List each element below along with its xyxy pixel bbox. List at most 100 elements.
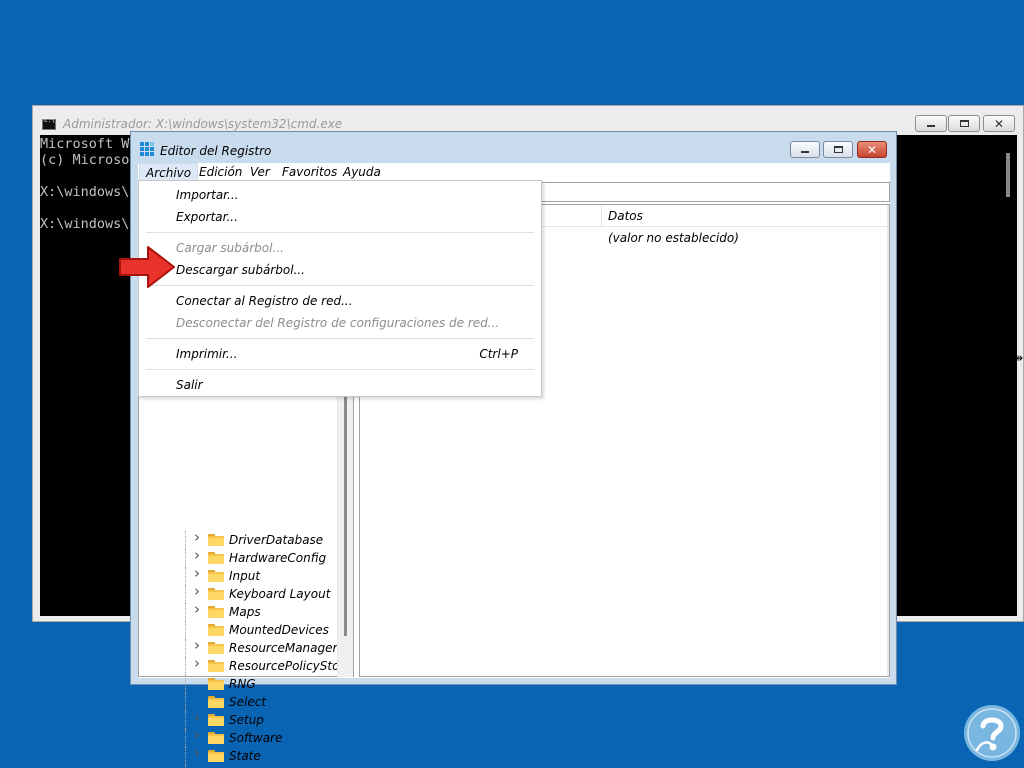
tree-node-label: ResourcePolicyStore [229,659,352,673]
folder-icon [208,642,224,654]
tree-connector-line [185,603,186,621]
chevron-right-icon[interactable]: › [194,566,200,581]
column-header-datos[interactable]: Datos [608,209,643,223]
tree-node[interactable]: › Maps [139,602,335,621]
tree-node[interactable]: › Software [139,728,335,747]
menu-item-label: Conectar al Registro de red... [176,294,353,308]
folder-icon [208,678,224,690]
menu-separator [146,338,534,339]
folder-icon [208,714,224,726]
tree-connector-line [185,711,186,729]
cmd-scroll-thumb[interactable] [1006,153,1010,197]
minimize-icon [927,125,935,127]
regedit-app-icon [140,142,154,156]
tree-connector-line [185,675,186,693]
menu-separator [146,369,534,370]
chevron-right-icon[interactable]: › [194,584,200,599]
tree-node[interactable]: › ResourceManager [139,638,338,657]
value-data-cell[interactable]: (valor no establecido) [608,231,739,245]
tree-node[interactable]: › Keyboard Layout [139,584,335,603]
folder-icon [208,570,224,582]
close-icon: ✕ [993,116,1005,131]
red-arrow-annotation [119,246,175,288]
menu-item-salir[interactable]: Salir [139,374,539,396]
folder-icon [208,534,224,546]
maximize-icon [833,146,843,153]
menu-item-cargar-subarbol: Cargar subárbol... [139,237,539,259]
menu-item-label: Descargar subárbol... [176,263,305,277]
tree-node-label: ResourceManager [229,641,338,655]
chevron-right-icon[interactable]: › [194,746,200,761]
menu-item-label: Exportar... [176,210,238,224]
cmd-vertical-scrollbar[interactable] [1000,135,1017,616]
tree-connector-line [185,567,186,585]
regedit-maximize-button[interactable] [823,141,853,158]
tree-connector-line [185,531,186,549]
chevron-right-icon[interactable]: › [194,638,200,653]
chevron-right-icon[interactable]: › [194,602,200,617]
cmd-close-button[interactable]: ✕ [983,115,1015,132]
regedit-close-button[interactable]: ✕ [857,141,887,158]
tree-node-label: DriverDatabase [229,533,324,547]
cmd-maximize-button[interactable] [948,115,980,132]
folder-icon [208,606,224,618]
menu-item-label: Importar... [176,188,239,202]
menu-item-label: Imprimir... [176,347,238,361]
folder-icon [208,660,224,672]
folder-icon [208,696,224,708]
tree-connector-line [185,549,186,567]
menu-item-importar[interactable]: Importar... [139,184,539,206]
folder-icon [208,624,224,636]
menu-item-descargar-subarbol[interactable]: Descargar subárbol... [139,259,539,281]
tree-connector-line [185,729,186,747]
tree-node[interactable]: › ResourcePolicyStore [139,656,352,675]
menu-item-label: Desconectar del Registro de configuracio… [176,316,500,330]
resize-cursor-icon: ⇹ [1013,351,1024,365]
tree-connector-line [185,621,186,639]
menu-item-conectar-registro[interactable]: Conectar al Registro de red... [139,290,539,312]
chevron-right-icon[interactable]: › [194,548,200,563]
tree-node[interactable]: › HardwareConfig [139,548,335,567]
tree-node-label: Maps [229,605,261,619]
folder-icon [208,588,224,600]
chevron-right-icon[interactable]: › [194,728,200,743]
tree-node[interactable]: RNG [139,675,335,693]
chevron-right-icon[interactable]: › [194,530,200,545]
tree-node[interactable]: Select [139,693,335,711]
menu-item-imprimir[interactable]: Imprimir... Ctrl+P [139,343,539,365]
menu-item-exportar[interactable]: Exportar... [139,206,539,228]
close-icon: ✕ [866,142,878,157]
menu-item-label: Cargar subárbol... [176,241,284,255]
tree-node-label: RNG [229,677,256,691]
column-separator[interactable] [601,205,602,227]
menu-separator [146,232,534,233]
menu-item-label: Salir [176,378,203,392]
minimize-icon [801,151,809,153]
tree-scroll-thumb[interactable] [344,356,347,636]
folder-icon [208,732,224,744]
tree-node[interactable]: › State [139,746,335,765]
chevron-right-icon[interactable]: › [194,656,200,671]
tree-connector-line [185,639,186,657]
cmd-app-icon [42,117,56,130]
tree-node[interactable]: › Input [139,566,335,585]
regedit-titlebar[interactable]: Editor del Registro ✕ [131,132,896,163]
regedit-minimize-button[interactable] [790,141,820,158]
tree-node[interactable]: › DriverDatabase [139,530,335,549]
tree-node[interactable]: MountedDevices [139,621,335,639]
tree-node-label: MountedDevices [229,623,329,637]
tree-node-label: HardwareConfig [229,551,327,565]
tree-node-label: Keyboard Layout [229,587,331,601]
cmd-title: Administrador: X:\windows\system32\cmd.e… [63,117,343,131]
chevron-right-icon[interactable]: › [194,710,200,725]
menu-separator [146,285,534,286]
folder-icon [208,552,224,564]
list-edge [887,205,889,676]
tree-connector-line [185,657,186,675]
archivo-dropdown-menu: Importar... Exportar... Cargar subárbol.… [138,180,542,397]
tree-node[interactable]: › Setup [139,710,335,729]
tree-node-label: Input [229,569,261,583]
regedit-title: Editor del Registro [160,144,272,158]
cmd-minimize-button[interactable] [915,115,947,132]
tree-connector-line [185,585,186,603]
